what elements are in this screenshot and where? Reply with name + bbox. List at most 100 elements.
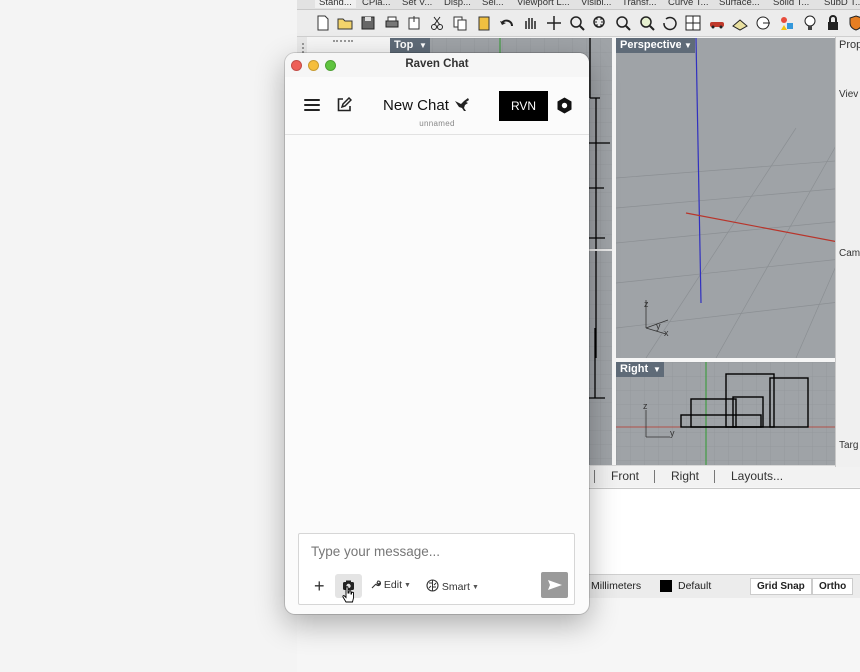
shield-icon[interactable] [847,14,860,32]
tab-layouts[interactable]: Layouts... [731,469,783,483]
paste-icon[interactable] [475,14,493,32]
properties-panel: Prop Viev Cam Targ [835,37,860,467]
grid-snap-toggle[interactable]: Grid Snap [750,578,812,595]
send-button[interactable] [541,572,568,598]
chevron-down-icon: ▼ [471,584,479,591]
toolbar-tab-transform[interactable]: Transf... [622,0,657,8]
main-toolbar [297,10,860,37]
window-titlebar[interactable]: Raven Chat [285,53,589,77]
properties-camera-label: Cam [839,248,860,259]
cut-icon[interactable] [428,14,446,32]
svg-text:z: z [644,299,649,309]
tab-separator [594,470,595,483]
chevron-down-icon: ▼ [404,582,411,589]
right-viewport-label[interactable]: Right [616,362,653,377]
toolbar-tab-viewport-layout[interactable]: Viewport L... [517,0,570,8]
zoom-extents-icon[interactable] [614,14,632,32]
raven-chat-window: Raven Chat New Chat unnamed RVN + [285,53,589,614]
rvn-brand-button[interactable]: RVN [499,91,548,121]
toolbar-tab-subd-tools[interactable]: SubD T... [824,0,860,8]
four-viewports-icon[interactable] [684,14,702,32]
viewport-tabs: Front Right Layouts... [590,465,860,487]
model-mode-label: Smart [441,581,470,593]
toolbar-tab-set-view[interactable]: Set V... [402,0,432,8]
edit-mode-dropdown[interactable]: Edit ▼ [370,579,411,591]
toolbar-tab-solid-tools[interactable]: Solid T... [773,0,809,8]
properties-title: Prop [839,39,860,51]
toolbar-tab-cplanes[interactable]: CPla... [362,0,391,8]
save-icon[interactable] [359,14,377,32]
svg-text:y: y [656,321,661,331]
lock-icon[interactable] [824,14,842,32]
tab-separator [714,470,715,483]
copy-icon[interactable] [451,14,469,32]
compose-icon[interactable] [336,97,352,113]
right-viewport[interactable]: z y Right ▼ [616,362,860,465]
toolbar-tab-strip: Stand... CPla... Set V... Disp... Sel...… [297,0,860,10]
plus-icon[interactable]: + [314,577,325,595]
car-render-icon[interactable] [708,14,726,32]
zoom-icon[interactable] [568,14,586,32]
zoom-selected-icon[interactable] [638,14,656,32]
layer-status[interactable]: Default [678,580,711,592]
import-icon[interactable] [405,14,423,32]
perspective-scene: z y x [616,38,860,358]
pan-hand-icon[interactable] [521,14,539,32]
undo-icon[interactable] [498,14,516,32]
toolbar-tab-standard[interactable]: Stand... [315,0,356,8]
raven-icon [455,98,469,111]
toolbar-tab-surface-tools[interactable]: Surface... [719,0,760,8]
cplane-icon[interactable] [731,14,749,32]
toolbar-tab-select[interactable]: Sel... [482,0,504,8]
settings-icon[interactable] [556,97,573,114]
rotate-view-icon[interactable] [661,14,679,32]
properties-target-label: Targ [839,440,859,451]
top-viewport-menu-icon[interactable]: ▼ [416,38,430,53]
window-bottom-area [588,598,860,672]
open-folder-icon[interactable] [336,14,354,32]
send-icon [548,580,562,590]
svg-text:y: y [670,428,675,438]
tab-front[interactable]: Front [611,469,639,483]
chat-header: New Chat unnamed RVN [285,77,589,135]
message-composer: + Edit▼ Smart▼ [298,533,575,605]
wrench-icon [371,580,382,589]
perspective-viewport-menu-icon[interactable]: ▼ [681,38,695,53]
menu-icon[interactable] [304,99,320,113]
svg-text:z: z [643,401,648,411]
toolbar-tab-visibility[interactable]: Visibi... [581,0,611,8]
layer-color-swatch [660,580,672,592]
perspective-viewport[interactable]: z y x Perspective ▼ [616,38,860,358]
top-viewport-label[interactable]: Top [390,38,418,53]
message-list[interactable] [285,136,589,526]
edit-mode-label: Edit [383,579,403,591]
chat-title[interactable]: New Chat [383,97,449,114]
properties-view-label: Viev [839,89,859,100]
hand-cursor-icon [342,586,354,603]
new-file-icon[interactable] [314,14,332,32]
right-viewport-menu-icon[interactable]: ▼ [650,362,664,377]
toolbar-tab-curve-tools[interactable]: Curve T... [668,0,708,8]
status-bar: Millimeters Default Grid Snap Ortho [588,574,860,598]
right-viewport-grid: z y [616,362,860,465]
svg-text:x: x [664,328,669,338]
zoom-window-icon[interactable] [591,14,609,32]
chat-subtitle: unnamed [419,119,455,128]
move-arrows-icon[interactable] [545,14,563,32]
perspective-viewport-label[interactable]: Perspective [616,38,686,53]
model-mode-dropdown[interactable]: Smart ▼ [426,579,479,593]
command-history-area[interactable] [588,488,860,574]
units-status[interactable]: Millimeters [591,580,641,592]
message-input[interactable] [311,544,561,559]
tab-right[interactable]: Right [671,469,699,483]
tab-separator [654,470,655,483]
brain-icon [426,579,439,592]
ortho-toggle[interactable]: Ortho [812,578,854,595]
shapes-icon[interactable] [778,14,796,32]
osnap-icon[interactable] [754,14,772,32]
window-title: Raven Chat [405,58,469,70]
print-icon[interactable] [383,14,401,32]
toolbar-tab-display[interactable]: Disp... [444,0,471,8]
toolbar-grip[interactable] [333,40,353,42]
light-bulb-icon[interactable] [801,14,819,32]
